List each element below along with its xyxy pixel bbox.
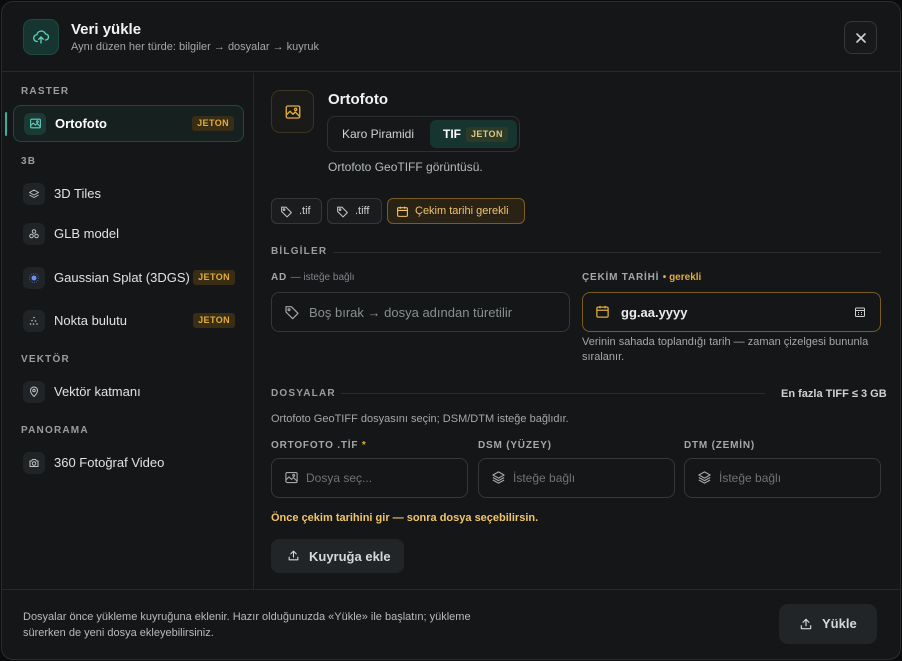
section-label-raster: RASTER [21,86,70,97]
extension-chip-tif: .tif [271,198,322,224]
dtm-field-label: DTM (ZEMİN) [684,440,756,451]
dtm-placeholder: İsteğe bağlı [719,471,782,485]
layers-icon [698,471,711,484]
molecule-icon [23,222,45,245]
date-required-chip: Çekim tarihi gerekli [387,198,525,224]
layers-icon [492,471,505,484]
extension-chip-tiff: .tiff [327,198,382,224]
sidebar-item-3d-tiles[interactable]: 3D Tiles [13,175,244,212]
upload-icon [288,550,299,561]
section-label-panorama: PANORAMA [21,425,89,436]
image-icon [285,471,298,484]
files-description: Ortofoto GeoTIFF dosyasını seçin; DSM/DT… [271,413,569,425]
dsm-placeholder: İsteğe bağlı [513,471,576,485]
date-picker-icon[interactable] [854,306,866,318]
segment-tif[interactable]: TIF JETON [430,120,517,148]
footer-note: Dosyalar önce yükleme kuyruğuna eklenir.… [23,611,471,639]
dsm-field-label: DSM (YÜZEY) [478,440,552,451]
name-input-placeholder: Boş bırak → dosya adından türetilir [309,304,513,320]
segment-karo-piramidi[interactable]: Karo Piramidi [342,127,414,141]
button-label: Kuyruğa ekle [309,548,391,564]
sidebar-item-label: Gaussian Splat (3DGS) [54,269,190,285]
chip-label: .tiff [355,205,370,217]
sidebar-item-label: Ortofoto [55,115,107,131]
calendar-icon [596,305,609,318]
sidebar-item-label: Nokta bulutu [54,312,127,328]
sidebar-item-vector-layer[interactable]: Vektör katmanı [13,373,244,410]
sidebar-item-glb-model[interactable]: GLB model [13,215,244,252]
camera-icon [23,451,45,474]
close-icon [855,32,866,43]
sidebar-item-gaussian-splat[interactable]: Gaussian Splat (3DGS) JETON [13,259,244,296]
map-pin-icon [23,380,45,403]
token-badge: JETON [193,313,235,328]
token-badge: JETON [466,127,508,142]
calendar-icon [397,206,408,217]
upload-form: Ortofoto Karo Piramidi TIF JETON Ortofot… [255,73,900,589]
chip-label: Çekim tarihi gerekli [415,205,509,217]
files-section-title: DOSYALAR [271,388,336,399]
type-title: Ortofoto [328,91,388,108]
dialog-header: Veri yükle Aynı düzen her türde: bilgile… [2,2,900,72]
tag-icon [281,206,292,218]
sidebar-item-360-video[interactable]: 360 Fotoğraf Video [13,444,244,481]
sidebar-item-label: 360 Fotoğraf Video [54,454,165,470]
tag-icon [285,306,299,320]
section-label-vector: VEKTÖR [21,354,70,365]
type-description: Ortofoto GeoTIFF görüntüsü. [328,160,483,174]
dialog-footer: Dosyalar önce yükleme kuyruğuna eklenir.… [2,589,900,659]
splat-icon [23,266,45,289]
add-to-queue-button[interactable]: Kuyruğa ekle [271,539,404,573]
cloud-upload-icon [23,19,59,55]
token-badge: JETON [193,270,235,285]
dsm-file-input[interactable]: İsteğe bağlı [478,458,675,498]
segment-label: TIF [443,127,461,141]
sidebar-item-label: 3D Tiles [54,185,101,201]
point-cloud-icon [23,309,45,332]
sidebar-item-ortofoto[interactable]: Ortofoto JETON [5,105,244,142]
name-input[interactable]: Boş bırak → dosya adından türetilir [271,292,570,332]
upload-dialog: Veri yükle Aynı düzen her türde: bilgile… [1,1,901,660]
type-sidebar: RASTER Ortofoto JETON 3B 3D Tiles GLB mo… [2,73,254,589]
image-icon [24,112,46,135]
dtm-file-input[interactable]: İsteğe bağlı [684,458,881,498]
sidebar-item-label: Vektör katmanı [54,383,141,399]
date-field-label: ÇEKİM TARİHİ • gerekli [582,272,702,283]
capture-date-input[interactable]: gg.aa.yyyy [582,292,881,332]
ortho-placeholder: Dosya seç... [306,471,373,485]
sidebar-item-label: GLB model [54,225,120,241]
image-icon [271,90,314,133]
token-badge: JETON [192,116,234,131]
upload-button[interactable]: Yükle [779,604,877,644]
dialog-title: Veri yükle [71,21,142,38]
tag-icon [337,206,348,218]
files-limit: En fazla TIFF ≤ 3 GB [781,388,887,400]
name-field-label: AD — isteğe bağlı [271,272,355,283]
sidebar-item-point-cloud[interactable]: Nokta bulutu JETON [13,302,244,339]
upload-icon [800,618,812,630]
date-input-value: gg.aa.yyyy [621,304,688,320]
ortho-field-label: ORTOFOTO .TİF * [271,440,366,451]
format-segmented-control: Karo Piramidi TIF JETON [327,116,520,152]
button-label: Yükle [822,616,857,631]
close-button[interactable] [844,21,877,54]
chip-label: .tif [299,205,311,217]
dialog-subtitle: Aynı düzen her türde: bilgiler → dosyala… [71,41,320,53]
layers-3d-icon [23,182,45,205]
date-hint: Verinin sahada toplandığı tarih — zaman … [582,336,869,363]
ortho-file-input[interactable]: Dosya seç... [271,458,468,498]
info-section-title: BİLGİLER [271,246,328,257]
section-label-3d: 3B [21,156,37,167]
date-warning: Önce çekim tarihini gir — sonra dosya se… [271,512,539,524]
